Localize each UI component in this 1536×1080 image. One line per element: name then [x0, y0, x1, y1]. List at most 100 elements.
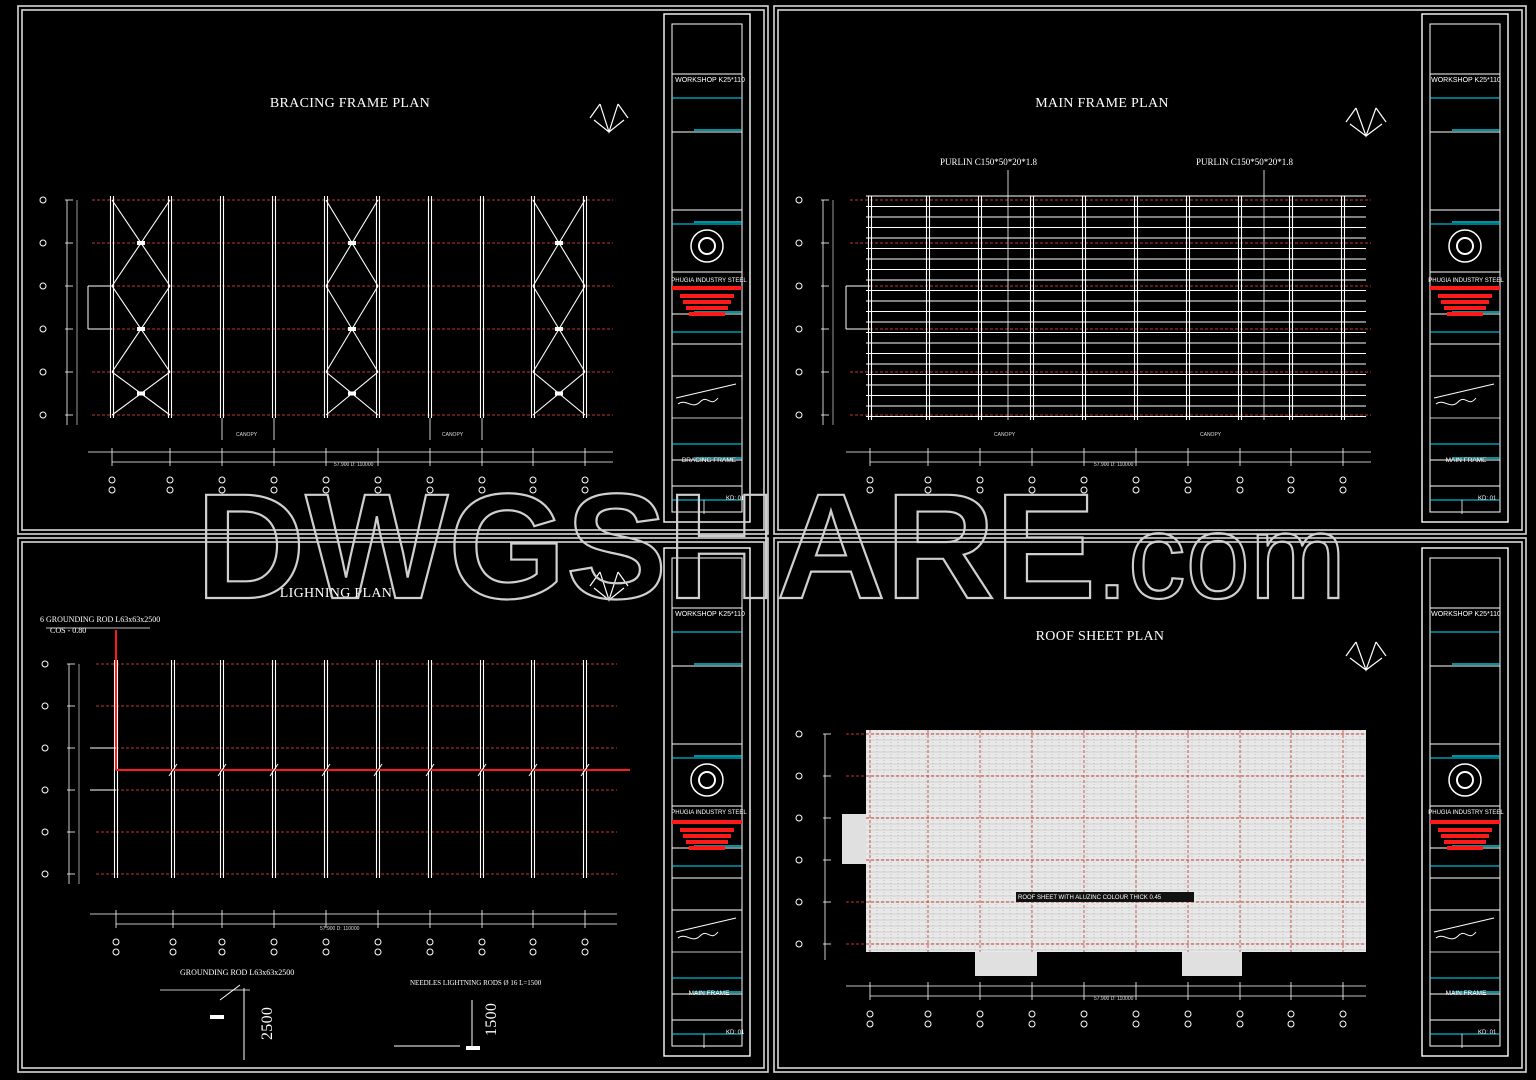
grid-bubble — [169, 948, 177, 956]
grid-bubble — [1028, 1020, 1036, 1028]
grid-bubble — [1132, 1020, 1140, 1028]
grid-bubble — [41, 702, 49, 710]
sheet-number: KD: 01 — [1478, 496, 1497, 502]
company-logo-icon — [690, 763, 724, 797]
brand-stripe — [686, 840, 728, 844]
grid-bubble — [795, 898, 803, 906]
grid-bubble — [795, 730, 803, 738]
company-logo-icon — [1448, 763, 1482, 797]
grid-bubble — [169, 938, 177, 946]
drawing-name: MAIN FRAME — [1446, 457, 1487, 464]
brand-stripe — [1441, 300, 1489, 304]
company-name: PHUGIA INDUSTRY STEEL — [1428, 278, 1504, 284]
grid-bubble — [1132, 1010, 1140, 1018]
title-block — [1421, 547, 1509, 1057]
company-logo-icon — [1456, 771, 1474, 789]
bracing-plan — [39, 196, 613, 494]
grid-bubble — [795, 411, 803, 419]
brace-node — [555, 391, 563, 396]
grid-bubble — [795, 325, 803, 333]
grid-bubble — [1080, 1010, 1088, 1018]
grid-bubble — [1287, 1010, 1295, 1018]
grid-bubble — [924, 1010, 932, 1018]
canopy-label: CANOPY — [442, 432, 464, 438]
brand-stripe — [1444, 840, 1486, 844]
grid-bubble — [866, 1010, 874, 1018]
canopy-label: CANOPY — [236, 432, 258, 438]
detail-block — [210, 1015, 224, 1019]
titleblock-inner — [671, 23, 743, 513]
brand-stripe — [683, 300, 731, 304]
grid-bubble — [39, 411, 47, 419]
detail-line — [219, 984, 241, 1001]
grid-bubble — [1028, 1010, 1036, 1018]
grid-bubble — [795, 239, 803, 247]
grid-bubble — [41, 786, 49, 794]
north-arrow-icon — [589, 103, 629, 134]
grid-bubble — [976, 1010, 984, 1018]
dimension-total-label: 57.900 D: 110000 — [320, 926, 360, 932]
drawing-name: MAIN FRAME — [1446, 990, 1487, 997]
brand-stripe — [1444, 306, 1486, 310]
grid-bubble — [581, 948, 589, 956]
grid-bubble — [866, 1020, 874, 1028]
grid-bubble — [478, 948, 486, 956]
titleblock-project: WORKSHOP K25*110 — [1431, 77, 1501, 84]
brace-node — [555, 241, 563, 245]
needles-label: NEEDLES LIGHTNING RODS Ø 16 L=1500 — [410, 979, 542, 987]
titleblock-frame — [663, 13, 751, 523]
brand-stripe — [680, 828, 734, 832]
brand-stripe — [1447, 312, 1483, 316]
signature-mark — [675, 917, 737, 940]
grid-bubble — [41, 660, 49, 668]
grid-bubble — [39, 282, 47, 290]
cad-drawing-canvas: BRACING FRAME PLAN MAIN FRAME PLAN LIGHN… — [17, 5, 1527, 1073]
roof-sheet-note: ROOF SHEET WITH ALUZINC COLOUR THICK 0.4… — [1018, 895, 1162, 901]
sheet-border-bracing — [17, 5, 769, 535]
grid-bubble — [374, 938, 382, 946]
grid-bubble — [1080, 1020, 1088, 1028]
brand-stripe — [1438, 294, 1492, 298]
grid-bubble — [39, 325, 47, 333]
grid-bubble — [795, 856, 803, 864]
mainframe-plan — [795, 170, 1371, 494]
grid-bubble — [166, 486, 174, 494]
grid-bubble — [924, 1020, 932, 1028]
purlin-label: PURLIN C150*50*20*1.8 — [1196, 157, 1294, 167]
grid-bubble — [795, 772, 803, 780]
grid-bubble — [1236, 476, 1244, 484]
title-block — [1421, 13, 1509, 523]
signature-mark — [1433, 917, 1495, 940]
canopy-label: CANOPY — [994, 432, 1016, 438]
brace-node — [348, 241, 356, 245]
titleblock-inner — [1429, 557, 1501, 1047]
grid-bubble — [41, 744, 49, 752]
roof-plan — [795, 730, 1366, 1028]
grid-bubble — [795, 368, 803, 376]
grid-bubble — [39, 196, 47, 204]
grid-bubble — [112, 948, 120, 956]
brand-stripe — [686, 306, 728, 310]
grounding-cos-note: COS - 0.80 — [50, 626, 86, 635]
brand-stripe — [689, 312, 725, 316]
brace-node — [137, 241, 145, 245]
grid-bubble — [426, 938, 434, 946]
brand-stripe — [1438, 828, 1492, 832]
grid-bubble — [1236, 1010, 1244, 1018]
signature-mark — [675, 383, 737, 406]
grid-bubble — [41, 870, 49, 878]
brand-stripe — [689, 846, 725, 850]
grid-bubble — [1132, 476, 1140, 484]
roof-canopy — [975, 952, 1037, 976]
brace-node — [555, 327, 563, 331]
canopy-label: CANOPY — [1200, 432, 1222, 438]
sheet-title-roof: ROOF SHEET PLAN — [1036, 629, 1165, 644]
grid-bubble — [39, 239, 47, 247]
grid-bubble — [322, 938, 330, 946]
brace-node — [348, 327, 356, 331]
brand-stripe — [1430, 820, 1500, 824]
titleblock-frame — [1421, 13, 1509, 523]
grid-bubble — [529, 938, 537, 946]
purlin-label: PURLIN C150*50*20*1.8 — [940, 157, 1038, 167]
titleblock-inner — [671, 557, 743, 1047]
